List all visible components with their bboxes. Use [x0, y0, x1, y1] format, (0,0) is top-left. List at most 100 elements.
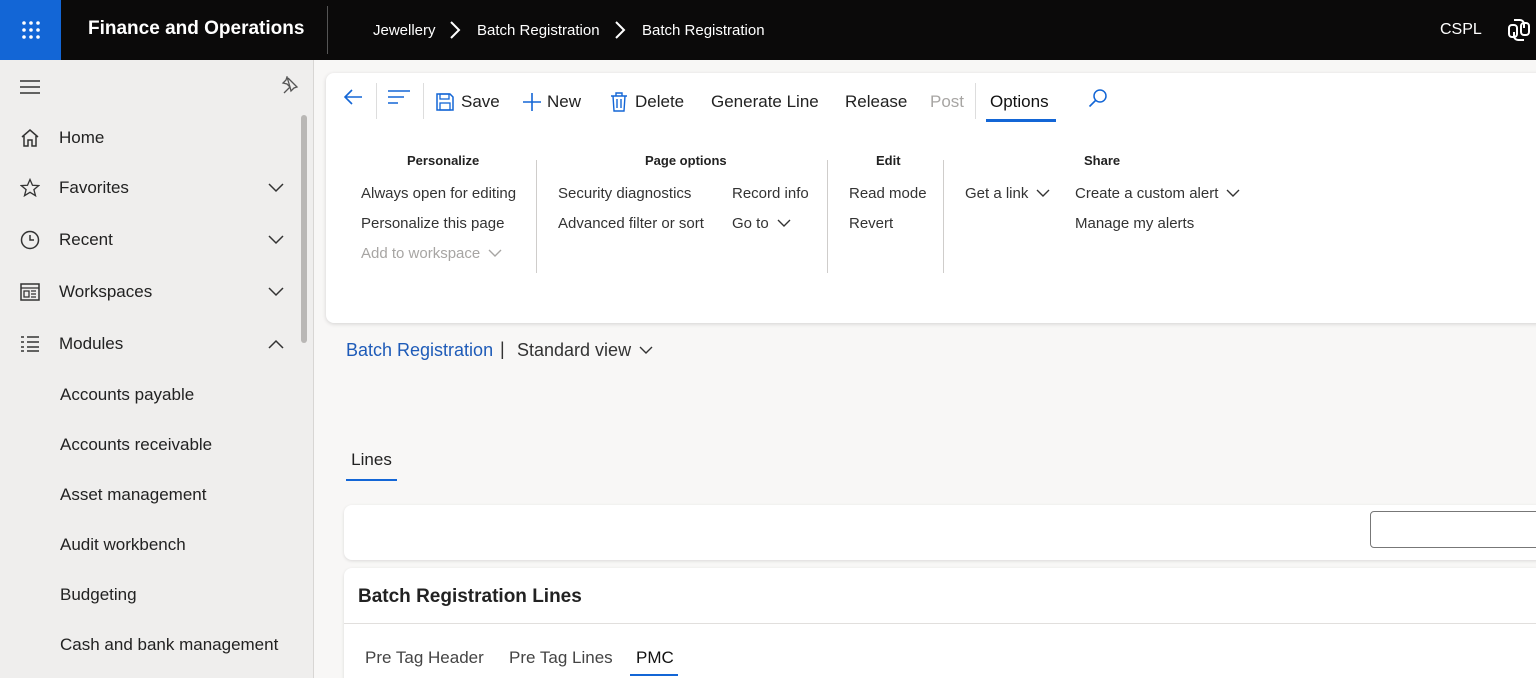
action-separator [376, 83, 377, 119]
nav-item-home[interactable]: Home [0, 118, 300, 158]
chevron-down-icon [1226, 189, 1240, 197]
nav-item-label: Workspaces [59, 282, 153, 301]
group-title-personalize: Personalize [407, 153, 480, 168]
create-custom-alert-button[interactable]: Create a custom alert [1075, 185, 1240, 202]
chevron-down-icon [488, 249, 502, 257]
company-picker[interactable]: CSPL [1440, 21, 1482, 39]
nav-item-workspaces[interactable]: Workspaces [0, 272, 300, 312]
go-to-label: Go to [732, 215, 769, 232]
group-separator [943, 160, 944, 273]
chevron-down-icon[interactable] [268, 235, 284, 245]
filter-input[interactable] [1370, 511, 1536, 548]
chevron-down-icon[interactable] [268, 183, 284, 193]
pmc-tab-indicator [630, 674, 678, 676]
nav-item-modules[interactable]: Modules [0, 324, 300, 364]
group-title-page-options: Page options [645, 153, 727, 168]
breadcrumb-jewellery[interactable]: Jewellery [373, 22, 436, 39]
chevron-up-icon[interactable] [268, 339, 284, 349]
star-icon [19, 177, 41, 199]
release-button[interactable]: Release [845, 90, 907, 114]
tab-pmc[interactable]: PMC [636, 648, 674, 668]
topbar-divider [327, 6, 328, 54]
module-accounts-receivable[interactable]: Accounts receivable [60, 435, 212, 455]
breadcrumb-current: Batch Registration [642, 22, 765, 39]
menu-lines-icon[interactable] [388, 90, 410, 104]
app-title[interactable]: Finance and Operations [88, 18, 304, 40]
pin-icon[interactable] [281, 76, 299, 94]
view-selector-label: Standard view [517, 340, 632, 360]
save-label: Save [461, 92, 500, 111]
nav-item-label: Favorites [59, 178, 129, 197]
nav-item-favorites[interactable]: Favorites [0, 168, 300, 208]
group-separator [536, 160, 537, 273]
nav-item-label: Home [59, 128, 105, 147]
top-navigation-bar: Finance and Operations Jewellery Batch R… [0, 0, 1536, 60]
nav-scrollbar[interactable] [301, 115, 307, 343]
nav-item-label: Modules [59, 334, 124, 353]
get-a-link-button[interactable]: Get a link [965, 185, 1050, 202]
module-accounts-payable[interactable]: Accounts payable [60, 385, 194, 405]
add-to-workspace-button[interactable]: Add to workspace [361, 245, 502, 262]
section-divider [344, 623, 1536, 624]
group-title-edit: Edit [876, 153, 901, 168]
plus-icon [523, 93, 541, 111]
batch-registration-lines-card: Batch Registration Lines Pre Tag Header … [344, 568, 1536, 678]
back-arrow-icon[interactable] [343, 88, 363, 106]
search-icon[interactable] [1088, 88, 1108, 108]
tab-pre-tag-lines[interactable]: Pre Tag Lines [509, 648, 613, 668]
clock-icon [19, 229, 41, 251]
chevron-down-icon [777, 219, 791, 227]
delete-label: Delete [635, 92, 685, 111]
personalize-this-page-button[interactable]: Personalize this page [361, 215, 504, 232]
workspace-icon [19, 281, 41, 303]
module-audit-workbench[interactable]: Audit workbench [60, 535, 186, 555]
module-cash-and-bank-management[interactable]: Cash and bank management [60, 635, 278, 655]
read-mode-button[interactable]: Read mode [849, 185, 927, 202]
create-custom-alert-label: Create a custom alert [1075, 185, 1219, 202]
navigation-pane: Home Favorites Recent Workspaces Modules… [0, 60, 314, 678]
page-title-link[interactable]: Batch Registration [346, 340, 493, 361]
view-selector[interactable]: Standard view [517, 340, 653, 361]
module-budgeting[interactable]: Budgeting [60, 585, 137, 605]
home-icon [19, 127, 41, 149]
security-diagnostics-button[interactable]: Security diagnostics [558, 185, 691, 202]
nav-item-label: Recent [59, 230, 113, 249]
trash-icon [611, 92, 627, 112]
chevron-right-icon [615, 21, 626, 39]
always-open-for-editing-button[interactable]: Always open for editing [361, 185, 516, 202]
advanced-filter-button[interactable]: Advanced filter or sort [558, 215, 704, 232]
save-button[interactable]: Save [435, 90, 500, 114]
action-separator [975, 83, 976, 119]
title-separator: | [500, 339, 505, 359]
group-title-share: Share [1084, 153, 1121, 168]
options-tab-indicator [986, 119, 1056, 122]
record-info-button[interactable]: Record info [732, 185, 809, 202]
post-button[interactable]: Post [930, 90, 964, 114]
action-pane: Save New Delete Generate Line Release Po… [326, 73, 1536, 323]
new-button[interactable]: New [522, 90, 581, 114]
app-launcher-button[interactable] [0, 0, 61, 60]
get-a-link-label: Get a link [965, 185, 1029, 202]
hamburger-icon[interactable] [20, 80, 40, 94]
save-icon [436, 93, 454, 111]
tab-pre-tag-header[interactable]: Pre Tag Header [365, 648, 484, 668]
group-separator [827, 160, 828, 273]
list-icon [19, 333, 41, 355]
filter-card [344, 505, 1536, 560]
tab-options[interactable]: Options [990, 90, 1049, 114]
module-asset-management[interactable]: Asset management [60, 485, 206, 505]
nav-item-recent[interactable]: Recent [0, 220, 300, 260]
manage-my-alerts-button[interactable]: Manage my alerts [1075, 215, 1194, 232]
breadcrumb-batch-registration[interactable]: Batch Registration [477, 22, 600, 39]
action-separator [423, 83, 424, 119]
chevron-down-icon [1036, 189, 1050, 197]
chevron-down-icon[interactable] [268, 287, 284, 297]
tab-lines[interactable]: Lines [346, 450, 397, 481]
go-to-button[interactable]: Go to [732, 215, 791, 232]
copilot-icon[interactable] [1506, 17, 1532, 43]
chevron-down-icon [639, 346, 653, 354]
delete-button[interactable]: Delete [610, 90, 684, 114]
revert-button[interactable]: Revert [849, 215, 893, 232]
generate-line-button[interactable]: Generate Line [711, 90, 819, 114]
section-title: Batch Registration Lines [358, 586, 582, 607]
